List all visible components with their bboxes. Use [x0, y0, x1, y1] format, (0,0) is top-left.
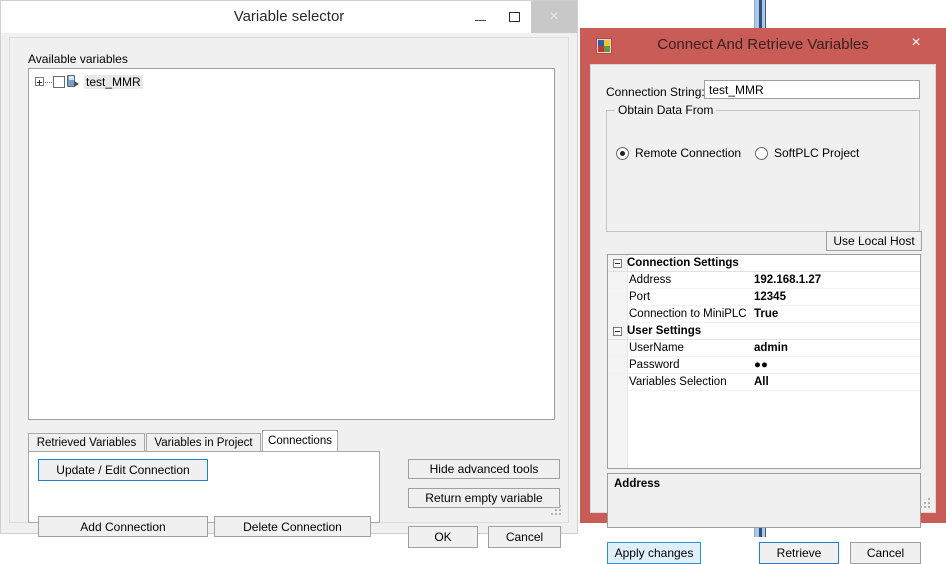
tree-item[interactable]: test_MMR: [35, 73, 554, 90]
property-row[interactable]: Variables Selection All: [608, 374, 920, 391]
tree-item-checkbox[interactable]: [53, 75, 65, 88]
tab-label: Variables in Project: [154, 436, 253, 449]
tab-label: Retrieved Variables: [36, 436, 137, 449]
property-category-label: Connection Settings: [627, 257, 739, 269]
property-row[interactable]: UserName admin: [608, 340, 920, 357]
obtain-data-from-group: Obtain Data From: [606, 103, 920, 232]
obtain-data-from-legend: Obtain Data From: [615, 103, 717, 117]
collapse-minus-icon[interactable]: [613, 258, 622, 268]
variable-selector-body: Available variables test_MMR Retrieved V…: [1, 33, 577, 548]
maximize-icon: [508, 12, 520, 22]
radio-dot-icon: [755, 146, 768, 160]
remote-device-icon: [66, 74, 80, 89]
minimize-icon: [474, 19, 486, 21]
property-description-title: Address: [614, 478, 661, 490]
delete-connection-button[interactable]: Delete Connection: [214, 516, 371, 537]
property-value[interactable]: All: [751, 376, 769, 388]
property-value[interactable]: True: [751, 308, 778, 320]
close-button[interactable]: ×: [531, 1, 577, 33]
tree-item-label: test_MMR: [84, 74, 143, 89]
ok-button[interactable]: OK: [408, 526, 478, 548]
hide-advanced-tools-button[interactable]: Hide advanced tools: [408, 459, 560, 479]
connection-string-value: test_MMR: [709, 82, 764, 97]
resize-grip[interactable]: [551, 505, 562, 516]
background-scrollbar-top[interactable]: [754, 0, 766, 30]
add-connection-button[interactable]: Add Connection: [38, 516, 208, 537]
property-name: Port: [629, 291, 651, 303]
tree-connector: [45, 81, 52, 83]
property-name: Variables Selection: [629, 376, 727, 388]
property-value[interactable]: 12345: [751, 291, 786, 303]
update-edit-connection-button[interactable]: Update / Edit Connection: [38, 459, 208, 481]
property-category-label: User Settings: [627, 325, 702, 337]
radio-softplc-project[interactable]: SoftPLC Project: [755, 146, 859, 160]
apply-changes-button[interactable]: Apply changes: [607, 542, 701, 564]
window-controls: ×: [463, 1, 577, 33]
connect-dialog-titlebar[interactable]: Connect And Retrieve Variables ×: [580, 28, 946, 64]
property-category-row[interactable]: Connection Settings: [608, 255, 920, 272]
connect-and-retrieve-dialog: Connect And Retrieve Variables × Connect…: [580, 28, 946, 564]
variable-selector-window: Variable selector × Available variables …: [0, 0, 578, 548]
connect-dialog-close-button[interactable]: ×: [896, 28, 936, 58]
property-value[interactable]: ●●: [751, 359, 768, 371]
available-variables-tree[interactable]: test_MMR: [28, 68, 555, 420]
property-row[interactable]: Password ●●: [608, 357, 920, 374]
tab-label: Connections: [268, 435, 332, 447]
tab-connections[interactable]: Connections: [262, 430, 338, 451]
property-value[interactable]: 192.168.1.27: [751, 274, 821, 286]
property-value[interactable]: admin: [751, 342, 788, 354]
collapse-minus-icon[interactable]: [613, 326, 622, 336]
property-description-box: Address: [607, 473, 921, 528]
retrieve-button[interactable]: Retrieve: [759, 542, 839, 564]
maximize-button[interactable]: [497, 1, 531, 33]
variable-selector-titlebar[interactable]: Variable selector ×: [1, 1, 577, 33]
property-row[interactable]: Address 192.168.1.27: [608, 272, 920, 289]
cancel-button[interactable]: Cancel: [488, 526, 561, 548]
property-name: UserName: [629, 342, 684, 354]
property-category-row[interactable]: User Settings: [608, 323, 920, 340]
connect-dialog-title: Connect And Retrieve Variables: [657, 36, 869, 53]
radio-dot-icon: [616, 146, 629, 160]
connect-dialog-cancel-button[interactable]: Cancel: [850, 542, 921, 564]
variable-selector-panel: Available variables test_MMR Retrieved V…: [9, 37, 569, 548]
connection-string-input[interactable]: test_MMR: [704, 80, 920, 99]
property-row[interactable]: Port 12345: [608, 289, 920, 306]
property-name: Password: [629, 359, 680, 371]
property-name: Address: [629, 274, 672, 286]
connect-dialog-body: Connection String: test_MMR Obtain Data …: [590, 64, 936, 564]
connection-string-label: Connection String:: [606, 85, 705, 99]
use-local-host-button[interactable]: Use Local Host: [826, 231, 922, 251]
connect-dialog-resize-grip[interactable]: [920, 498, 931, 509]
close-icon: ×: [911, 34, 921, 51]
property-name: Connection to MiniPLC: [629, 308, 747, 320]
radio-remote-connection[interactable]: Remote Connection: [616, 146, 741, 160]
tab-variables-in-project[interactable]: Variables in Project: [146, 433, 261, 451]
tabstrip: Retrieved Variables Variables in Project…: [28, 430, 380, 451]
expand-plus-icon[interactable]: [35, 77, 44, 86]
tab-retrieved-variables[interactable]: Retrieved Variables: [28, 433, 145, 451]
radio-label: SoftPLC Project: [774, 146, 860, 160]
background-scrollbar-thumb-top[interactable]: [759, 0, 762, 30]
available-variables-label: Available variables: [28, 52, 128, 66]
property-grid-rows: Connection Settings Address 192.168.1.27…: [608, 255, 920, 391]
radio-label: Remote Connection: [635, 146, 742, 160]
connection-property-grid[interactable]: Connection Settings Address 192.168.1.27…: [607, 254, 921, 469]
close-icon: ×: [549, 8, 559, 25]
minimize-button[interactable]: [463, 1, 497, 33]
property-row[interactable]: Connection to MiniPLC True: [608, 306, 920, 323]
return-empty-variable-button[interactable]: Return empty variable: [408, 488, 560, 508]
